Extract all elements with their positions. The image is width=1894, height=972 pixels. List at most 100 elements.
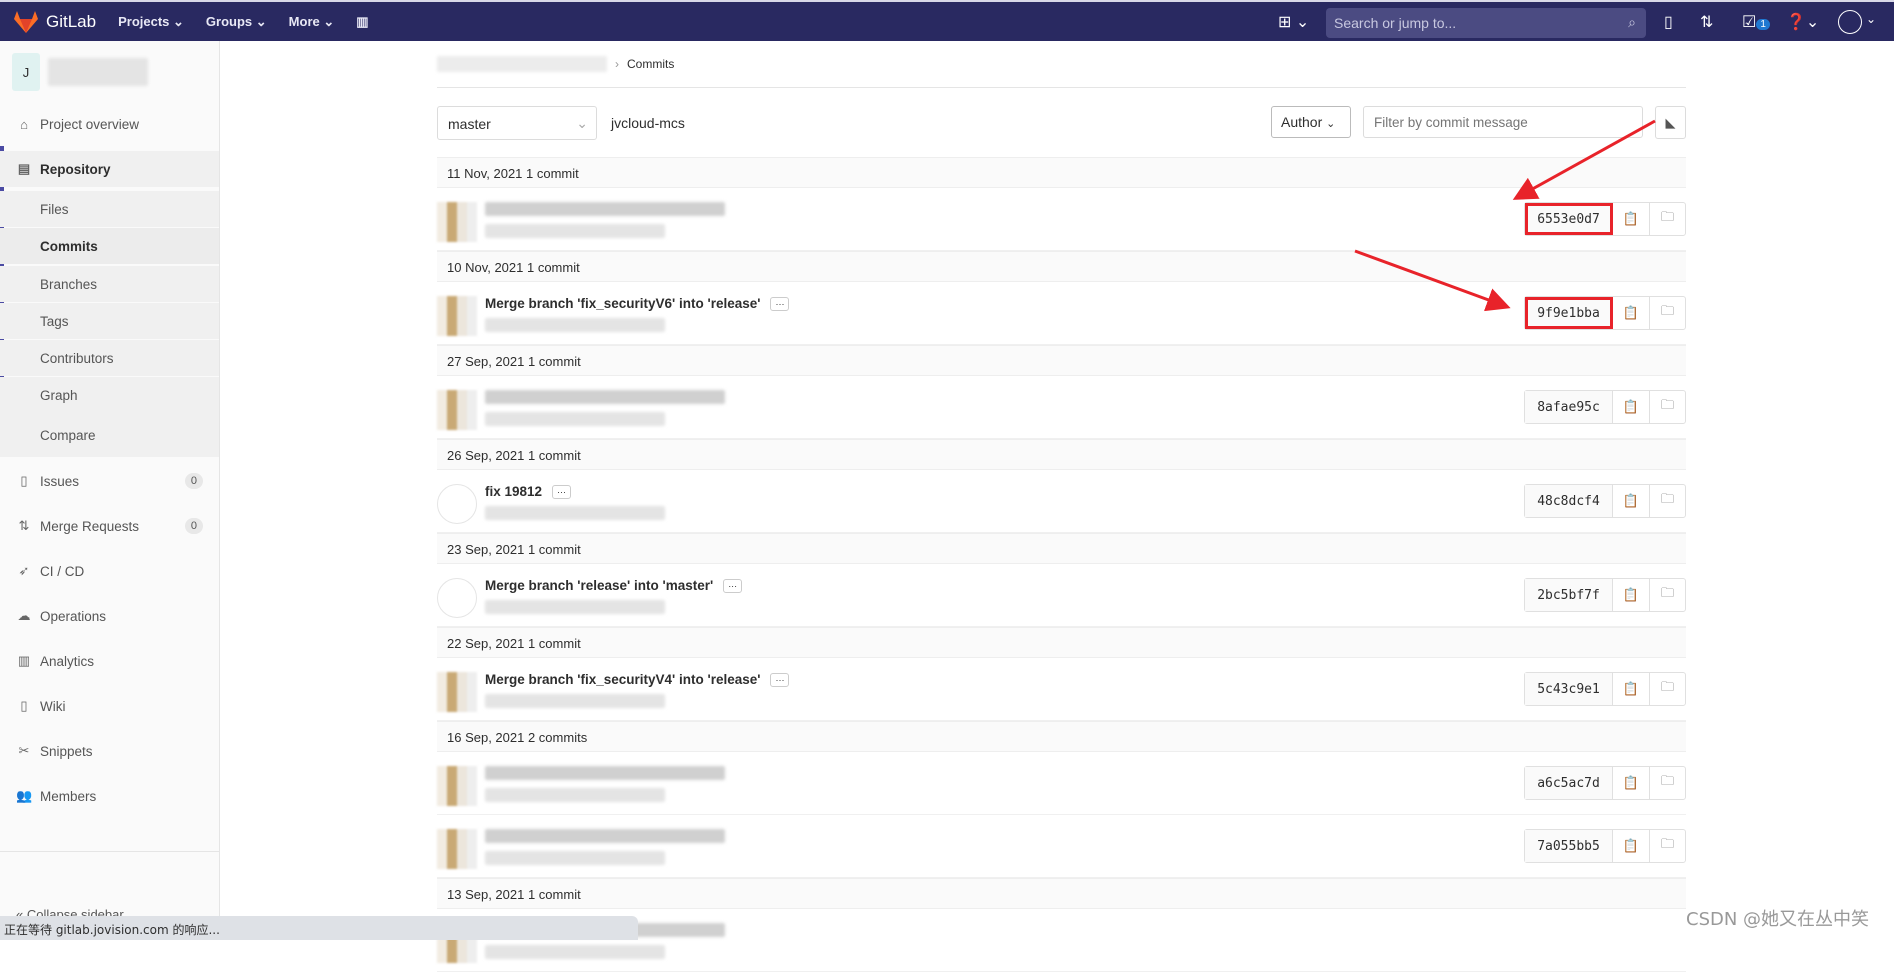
todo-icon[interactable]: ☑ 1 xyxy=(1742,12,1770,32)
commit-sha-button[interactable]: a6c5ac7d xyxy=(1525,767,1613,799)
copy-sha-button[interactable]: 📋 xyxy=(1613,485,1649,517)
commit-sha-button[interactable]: 6553e0d7 xyxy=(1525,203,1613,235)
commit-row: Merge branch 'fix_securityV4' into 'rele… xyxy=(437,658,1686,721)
browse-files-button[interactable]: 🗀 xyxy=(1649,673,1685,705)
browse-files-button[interactable]: 🗀 xyxy=(1649,203,1685,235)
browse-files-button[interactable]: 🗀 xyxy=(1649,767,1685,799)
filter-commit-message-input[interactable] xyxy=(1363,106,1643,138)
author-avatar[interactable] xyxy=(437,829,477,869)
date-header: 13 Sep, 2021 1 commit xyxy=(437,878,1686,909)
merge-request-icon[interactable]: ⇅ xyxy=(1700,12,1713,32)
document-icon: ▤ xyxy=(17,161,31,176)
copy-sha-button[interactable]: 📋 xyxy=(1613,297,1649,329)
sidebar-item-ci-cd[interactable]: ➶ CI / CD xyxy=(0,553,219,589)
sidebar-item-members[interactable]: 👥 Members xyxy=(0,778,219,814)
author-avatar[interactable] xyxy=(437,766,477,806)
search-input[interactable]: Search or jump to... ⌕ xyxy=(1326,8,1646,38)
commit-row: 6553e0d7 📋 🗀 xyxy=(437,188,1686,251)
mr-count-badge: 0 xyxy=(184,518,203,534)
chevron-down-icon: ⌄ xyxy=(576,115,588,131)
copy-sha-button[interactable]: 📋 xyxy=(1613,391,1649,423)
commit-sha-button[interactable]: 5c43c9e1 xyxy=(1525,673,1613,705)
help-icon[interactable]: ❓⌄ xyxy=(1786,12,1819,32)
nav-groups[interactable]: Groups ⌄ xyxy=(206,14,267,30)
commit-message[interactable]: Merge branch 'release' into 'master' ··· xyxy=(485,578,743,593)
scissors-icon: ✂ xyxy=(18,743,30,758)
avatar[interactable] xyxy=(1838,10,1862,34)
sidebar-item-files[interactable]: Files xyxy=(0,191,219,227)
sidebar-item-operations[interactable]: ☁ Operations xyxy=(0,598,219,634)
issues-icon: ▯ xyxy=(20,473,28,488)
copy-sha-button[interactable]: 📋 xyxy=(1613,767,1649,799)
plus-square-icon[interactable]: ⊞ ⌄ xyxy=(1278,12,1309,32)
browser-status-bar: 正在等待 gitlab.jovision.com 的响应... xyxy=(0,916,638,940)
commit-message-redacted xyxy=(485,829,725,843)
commit-sha-button[interactable]: 9f9e1bba xyxy=(1525,297,1613,329)
nav-more[interactable]: More ⌄ xyxy=(289,14,335,30)
branch-select[interactable]: master ⌄ xyxy=(437,106,597,140)
author-dropdown[interactable]: Author ⌄ xyxy=(1271,106,1351,138)
sidebar-item-contributors[interactable]: Contributors xyxy=(0,340,219,376)
sidebar-item-wiki[interactable]: ▯ Wiki xyxy=(0,688,219,724)
more-ellipsis-button[interactable]: ··· xyxy=(723,578,743,593)
copy-sha-button[interactable]: 📋 xyxy=(1613,830,1649,862)
commit-message-redacted xyxy=(485,202,725,216)
divider xyxy=(0,851,219,852)
more-ellipsis-button[interactable]: ··· xyxy=(770,296,790,311)
commit-author-redacted xyxy=(485,945,665,959)
commit-sha-button[interactable]: 8afae95c xyxy=(1525,391,1613,423)
commit-author-redacted xyxy=(485,412,665,426)
sidebar-item-graph[interactable]: Graph xyxy=(0,377,219,413)
author-avatar[interactable] xyxy=(437,296,477,336)
rss-feed-button[interactable]: ◣ xyxy=(1655,106,1686,139)
book-icon: ▯ xyxy=(20,698,28,713)
date-header: 23 Sep, 2021 1 commit xyxy=(437,533,1686,564)
sidebar-item-compare[interactable]: Compare xyxy=(0,413,219,457)
sidebar-item-tags[interactable]: Tags xyxy=(0,303,219,339)
commit-row: Merge branch 'release' into 'master' ··· 2… xyxy=(437,564,1686,627)
author-avatar[interactable] xyxy=(437,578,477,618)
commit-list: 11 Nov, 2021 1 commit 6553e0d7 📋 🗀 10 Nov, 2… xyxy=(437,157,1686,972)
commit-message[interactable]: fix 19812 ··· xyxy=(485,484,572,499)
sidebar-item-branches[interactable]: Branches xyxy=(0,266,219,302)
project-avatar: J xyxy=(12,53,40,91)
browse-files-button[interactable]: 🗀 xyxy=(1649,485,1685,517)
commit-author-redacted xyxy=(485,788,665,802)
browse-files-button[interactable]: 🗀 xyxy=(1649,391,1685,423)
sidebar-item-project-overview[interactable]: ⌂ Project overview xyxy=(0,106,219,142)
breadcrumb-redacted xyxy=(437,56,607,72)
browse-files-button[interactable]: 🗀 xyxy=(1649,579,1685,611)
browse-files-button[interactable]: 🗀 xyxy=(1649,297,1685,329)
chevron-down-icon[interactable]: ⌄ xyxy=(1866,12,1876,26)
author-avatar[interactable] xyxy=(437,484,477,524)
project-header[interactable]: J xyxy=(12,53,148,91)
sidebar-item-analytics[interactable]: ▥ Analytics xyxy=(0,643,219,679)
search-icon: ⌕ xyxy=(1628,14,1636,30)
sidebar-item-snippets[interactable]: ✂ Snippets xyxy=(0,733,219,769)
more-ellipsis-button[interactable]: ··· xyxy=(770,672,790,687)
author-avatar[interactable] xyxy=(437,390,477,430)
commit-sha-button[interactable]: 2bc5bf7f xyxy=(1525,579,1613,611)
activity-chart-icon[interactable]: ▥ xyxy=(356,14,368,30)
commit-message[interactable]: Merge branch 'fix_securityV6' into 'rele… xyxy=(485,296,790,311)
author-avatar[interactable] xyxy=(437,202,477,242)
more-ellipsis-button[interactable]: ··· xyxy=(552,484,572,499)
nav-projects[interactable]: Projects ⌄ xyxy=(118,14,184,30)
issues-icon[interactable]: ▯ xyxy=(1664,12,1673,32)
clipboard-icon: 📋 xyxy=(1622,305,1640,320)
browse-files-button[interactable]: 🗀 xyxy=(1649,830,1685,862)
sidebar-item-repository[interactable]: ▤ Repository xyxy=(0,151,219,187)
author-avatar[interactable] xyxy=(437,672,477,712)
commit-row: 7a055bb5 📋 🗀 xyxy=(437,815,1686,878)
copy-sha-button[interactable]: 📋 xyxy=(1613,673,1649,705)
sidebar-item-merge-requests[interactable]: ⇅ Merge Requests 0 xyxy=(0,508,219,544)
gitlab-logo[interactable]: GitLab xyxy=(14,10,96,33)
copy-sha-button[interactable]: 📋 xyxy=(1613,203,1649,235)
commit-sha-button[interactable]: 7a055bb5 xyxy=(1525,830,1613,862)
commit-row: a6c5ac7d 📋 🗀 xyxy=(437,752,1686,815)
sidebar-item-issues[interactable]: ▯ Issues 0 xyxy=(0,463,219,499)
sidebar-item-commits[interactable]: Commits xyxy=(0,228,219,264)
commit-sha-button[interactable]: 48c8dcf4 xyxy=(1525,485,1613,517)
commit-message[interactable]: Merge branch 'fix_securityV4' into 'rele… xyxy=(485,672,790,687)
copy-sha-button[interactable]: 📋 xyxy=(1613,579,1649,611)
